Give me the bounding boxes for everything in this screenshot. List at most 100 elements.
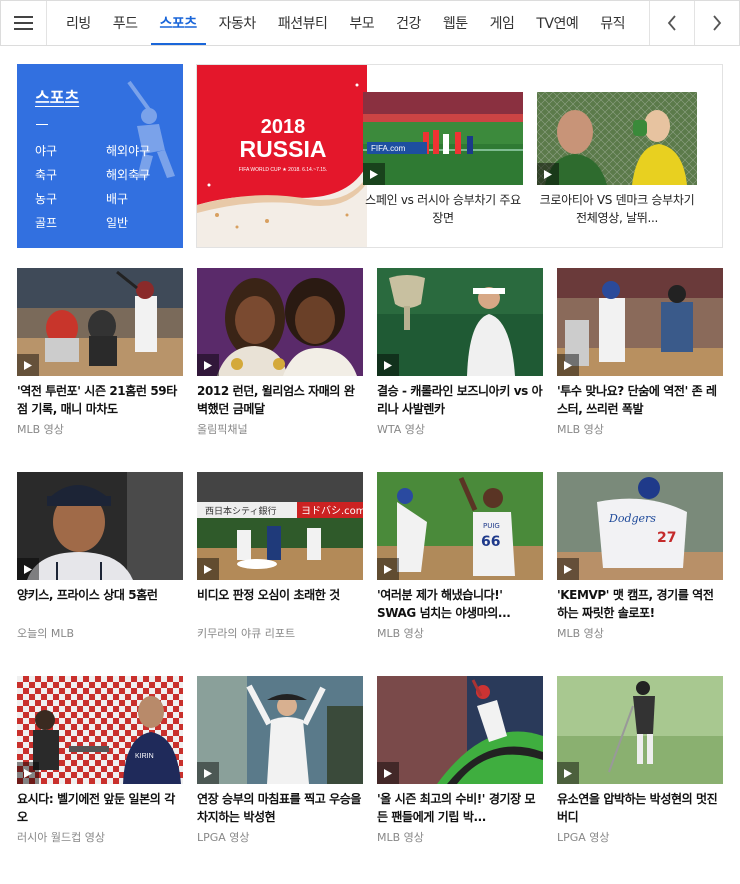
- video-title: 연장 승부의 마침표를 찍고 우승을 차지하는 박성현: [197, 792, 362, 824]
- tab-living[interactable]: 리빙: [55, 1, 102, 45]
- video-card[interactable]: 2012 런던, 윌리엄스 자매의 완벽했던 금메달 올림픽채널: [197, 268, 363, 437]
- tab-auto[interactable]: 자동차: [208, 1, 267, 45]
- video-title: '올 시즌 최고의 수비!' 경기장 모든 팬들에게 기립 박...: [377, 792, 536, 824]
- tab-food[interactable]: 푸드: [102, 1, 149, 45]
- video-thumbnail: Dodgers 27: [557, 472, 723, 580]
- video-source: 러시아 월드컵 영상: [17, 831, 105, 844]
- play-icon: [197, 558, 219, 580]
- video-title: '역전 투런포' 시즌 21홈런 59타점 기록, 매니 마차도: [17, 384, 177, 416]
- jersey-team: Dodgers: [608, 512, 656, 525]
- video-source: MLB 영상: [17, 423, 64, 436]
- video-thumbnail: [17, 472, 183, 580]
- video-source: MLB 영상: [377, 831, 424, 844]
- video-source: 오늘의 MLB: [17, 627, 75, 640]
- play-icon: [197, 354, 219, 376]
- feature-video-2[interactable]: 크로아티아 VS 덴마크 승부차기 전체영상, 날뛰...: [537, 92, 697, 227]
- video-title: 2012 런던, 윌리엄스 자매의 완벽했던 금메달: [197, 384, 355, 416]
- divider: [36, 124, 48, 125]
- video-card[interactable]: '역전 투런포' 시즌 21홈런 59타점 기록, 매니 마차도 MLB 영상: [17, 268, 183, 437]
- stadium-sign-store: ヨドバシ.com: [301, 505, 363, 517]
- video-title: '여러분 제가 해냈습니다!' SWAG 넘치는 야생마의...: [377, 588, 511, 620]
- video-source: WTA 영상: [377, 423, 426, 436]
- tab-music[interactable]: 뮤직: [589, 1, 636, 45]
- category-nav: 리빙 푸드 스포츠 자동차 패션뷰티 부모 건강 웹툰 게임 TV연예 뮤직: [0, 0, 740, 46]
- video-thumbnail: [537, 92, 697, 185]
- video-title: 요시다: 벨기에전 앞둔 일본의 각오: [17, 792, 175, 824]
- video-title: 결승 - 캐롤라인 보즈니아키 vs 아리나 사발렌카: [377, 384, 543, 416]
- category-baseball[interactable]: 야구: [35, 142, 106, 159]
- category-list: 야구 해외야구 축구 해외축구 농구 배구 골프 일반: [35, 142, 175, 231]
- play-icon: [377, 354, 399, 376]
- video-thumbnail: [377, 676, 543, 784]
- tab-parenting[interactable]: 부모: [338, 1, 385, 45]
- tab-game[interactable]: 게임: [479, 1, 526, 45]
- video-card[interactable]: KIRIN 요시다: 벨기에전 앞둔 일본의 각오 러시아 월드컵 영상: [17, 676, 183, 845]
- video-thumbnail: [197, 268, 363, 376]
- stadium-sign-bank: 西日本シティ銀行: [205, 505, 276, 517]
- video-source: LPGA 영상: [197, 831, 250, 844]
- video-card[interactable]: 西日本シティ銀行 ヨドバシ.com 비디오 판정 오심이 초래한 것 키무라의 …: [197, 472, 363, 641]
- video-title: '투수 맞나요? 단숨에 역전' 존 레스터, 쓰리런 폭발: [557, 384, 717, 416]
- hamburger-menu-icon[interactable]: [1, 1, 47, 45]
- category-title[interactable]: 스포츠: [35, 84, 79, 108]
- category-overseas-soccer[interactable]: 해외축구: [106, 166, 176, 183]
- play-icon: [17, 762, 39, 784]
- video-card[interactable]: 유소연을 압박하는 박성현의 멋진 버디 LPGA 영상: [557, 676, 723, 845]
- banner-sub: FIFA WORLD CUP ★ 2018. 6.14.~7.15.: [239, 167, 327, 173]
- tab-webtoon[interactable]: 웹툰: [432, 1, 479, 45]
- video-card[interactable]: 66 PUIG '여러분 제가 해냈습니다!' SWAG 넘치는 야생마의...…: [377, 472, 543, 641]
- tab-fashion-beauty[interactable]: 패션뷰티: [267, 1, 339, 45]
- play-icon: [557, 354, 579, 376]
- chevron-right-icon: [713, 15, 722, 31]
- play-icon: [17, 354, 39, 376]
- category-overseas-baseball[interactable]: 해외야구: [106, 142, 176, 159]
- video-card[interactable]: Dodgers 27 'KEMVP' 맷 캠프, 경기를 역전하는 짜릿한 솔로…: [557, 472, 723, 641]
- tab-tv-entertainment[interactable]: TV연예: [525, 1, 589, 45]
- nav-next-button[interactable]: [694, 1, 739, 45]
- video-title: 유소연을 압박하는 박성현의 멋진 버디: [557, 792, 718, 824]
- tab-sports[interactable]: 스포츠: [149, 1, 208, 45]
- world-cup-banner[interactable]: 2018 RUSSIA FIFA WORLD CUP ★ 2018. 6.14.…: [197, 65, 367, 247]
- video-source: LPGA 영상: [557, 831, 610, 844]
- video-thumbnail: [17, 268, 183, 376]
- tab-health[interactable]: 건강: [385, 1, 432, 45]
- category-soccer[interactable]: 축구: [35, 166, 106, 183]
- video-thumbnail: [557, 268, 723, 376]
- video-card[interactable]: '투수 맞나요? 단숨에 역전' 존 레스터, 쓰리런 폭발 MLB 영상: [557, 268, 723, 437]
- video-thumbnail: [377, 268, 543, 376]
- video-thumbnail: KIRIN: [17, 676, 183, 784]
- play-icon: [363, 163, 385, 185]
- video-title: 'KEMVP' 맷 캠프, 경기를 역전하는 짜릿한 솔로포!: [557, 588, 714, 620]
- banner-name: RUSSIA: [240, 136, 327, 162]
- sports-category-box: 스포츠 야구 해외야구 축구 해외축구 농구 배구 골프 일반: [17, 64, 183, 248]
- video-title: 양키스, 프라이스 상대 5홈런: [17, 588, 158, 602]
- video-source: MLB 영상: [557, 627, 604, 640]
- play-icon: [17, 558, 39, 580]
- video-source: MLB 영상: [377, 627, 424, 640]
- video-title: 크로아티아 VS 덴마크 승부차기 전체영상, 날뛰...: [539, 193, 695, 225]
- tab-list: 리빙 푸드 스포츠 자동차 패션뷰티 부모 건강 웹툰 게임 TV연예 뮤직: [47, 1, 649, 45]
- play-icon: [377, 558, 399, 580]
- play-icon: [377, 762, 399, 784]
- category-golf[interactable]: 골프: [35, 214, 106, 231]
- chevron-left-icon: [667, 15, 676, 31]
- video-title: 비디오 판정 오심이 초래한 것: [197, 588, 340, 602]
- jersey-name: PUIG: [483, 522, 500, 530]
- video-card[interactable]: 결승 - 캐롤라인 보즈니아키 vs 아리나 사발렌카 WTA 영상: [377, 268, 543, 437]
- video-card[interactable]: '올 시즌 최고의 수비!' 경기장 모든 팬들에게 기립 박... MLB 영…: [377, 676, 543, 845]
- category-volleyball[interactable]: 배구: [106, 190, 176, 207]
- world-cup-feature: 2018 RUSSIA FIFA WORLD CUP ★ 2018. 6.14.…: [196, 64, 723, 248]
- category-basketball[interactable]: 농구: [35, 190, 106, 207]
- category-general[interactable]: 일반: [106, 214, 176, 231]
- video-card[interactable]: 연장 승부의 마침표를 찍고 우승을 차지하는 박성현 LPGA 영상: [197, 676, 363, 845]
- nav-prev-button[interactable]: [649, 1, 694, 45]
- video-card[interactable]: 양키스, 프라이스 상대 5홈런 오늘의 MLB: [17, 472, 183, 641]
- jersey-sponsor: KIRIN: [135, 753, 154, 760]
- video-thumbnail: FIFA.com: [363, 92, 523, 185]
- play-icon: [537, 163, 559, 185]
- video-thumbnail: 66 PUIG: [377, 472, 543, 580]
- video-thumbnail: [197, 676, 363, 784]
- feature-video-1[interactable]: FIFA.com 스페인 vs 러시아 승부차기 주요 장면: [363, 92, 523, 227]
- play-icon: [557, 558, 579, 580]
- jersey-number: 27: [657, 530, 676, 546]
